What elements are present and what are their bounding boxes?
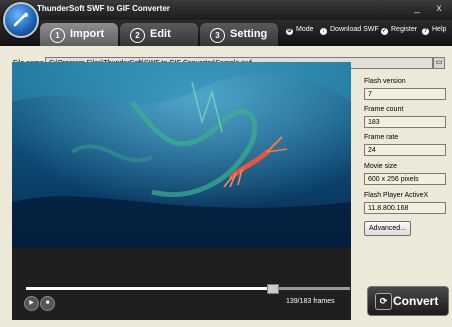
frame-count-label: Frame count bbox=[364, 106, 404, 113]
frame-rate-label: Frame rate bbox=[364, 134, 399, 141]
download-icon: ↓ bbox=[320, 28, 327, 35]
convert-label: Convert bbox=[393, 294, 439, 308]
menu-help[interactable]: ? Help bbox=[422, 26, 446, 35]
swf-preview-frame bbox=[12, 62, 351, 248]
movie-size-label: Movie size bbox=[364, 163, 398, 170]
stop-icon: ■ bbox=[45, 300, 50, 306]
title-bar: ThunderSoft SWF to GIF Converter _ x bbox=[0, 0, 452, 20]
playback-progress-bar[interactable] bbox=[26, 287, 350, 290]
tab-edit[interactable]: 2 Edit bbox=[120, 23, 198, 46]
menu-download-swf[interactable]: ↓ Download SWF bbox=[320, 26, 379, 35]
close-button[interactable]: x bbox=[432, 2, 446, 16]
tab-label: Import bbox=[70, 28, 105, 40]
menu-mode[interactable]: ⚙ Mode bbox=[286, 26, 314, 35]
tab-setting[interactable]: 3 Setting bbox=[200, 23, 278, 46]
folder-icon: ▭ bbox=[435, 59, 443, 66]
play-button[interactable]: ▶ bbox=[24, 296, 39, 311]
flash-version-label: Flash version bbox=[364, 78, 406, 85]
playback-progress-fill bbox=[26, 287, 273, 290]
frame-rate-value: 24 bbox=[364, 144, 446, 156]
flash-version-value: 7 bbox=[364, 88, 446, 100]
tab-number-badge: 1 bbox=[50, 28, 65, 43]
movie-size-value: 600 x 256 pixels bbox=[364, 173, 446, 185]
tab-label: Edit bbox=[150, 28, 171, 40]
convert-icon: ⟳ bbox=[375, 293, 392, 310]
tab-bar: 1 Import 2 Edit 3 Setting ⚙ Mode ↓ Downloa… bbox=[0, 20, 452, 46]
app-logo-icon bbox=[3, 2, 39, 38]
frame-count-value: 183 bbox=[364, 116, 446, 128]
flash-player-label: Flash Player ActiveX bbox=[364, 192, 429, 199]
tab-number-badge: 2 bbox=[130, 28, 145, 43]
help-icon: ? bbox=[422, 28, 429, 35]
advanced-button[interactable]: Advanced... bbox=[364, 221, 411, 236]
menu-register[interactable]: ✓ Register bbox=[381, 26, 417, 35]
flash-player-value: 11.8.800.168 bbox=[364, 202, 446, 214]
app-title: ThunderSoft SWF to GIF Converter bbox=[37, 4, 170, 13]
convert-button[interactable]: ⟳ Convert bbox=[367, 286, 449, 316]
play-icon: ▶ bbox=[29, 300, 34, 306]
playback-slider-thumb[interactable] bbox=[267, 284, 280, 294]
tab-label: Setting bbox=[230, 28, 268, 40]
tab-number-badge: 3 bbox=[210, 28, 225, 43]
minimize-button[interactable]: _ bbox=[410, 2, 424, 16]
mode-icon: ⚙ bbox=[286, 28, 293, 35]
browse-folder-button[interactable]: ▭ bbox=[433, 57, 445, 69]
register-icon: ✓ bbox=[381, 28, 388, 35]
tab-import[interactable]: 1 Import bbox=[40, 23, 118, 46]
stop-button[interactable]: ■ bbox=[40, 296, 55, 311]
frame-counter: 139/183 frames bbox=[286, 298, 335, 305]
